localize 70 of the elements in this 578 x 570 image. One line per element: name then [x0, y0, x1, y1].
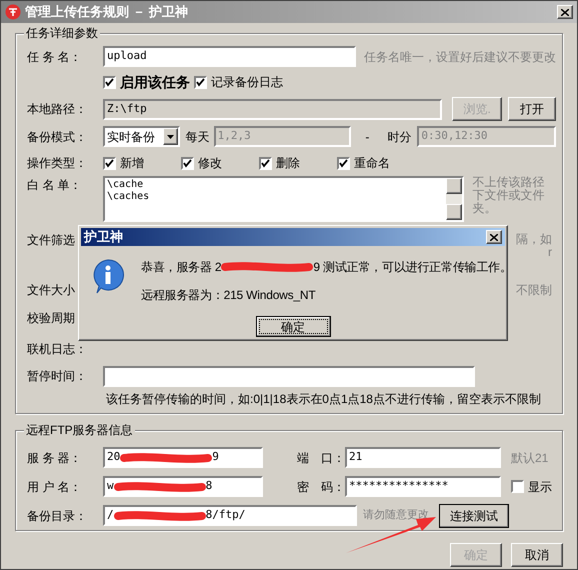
checkbox-label: 记录备份日志 — [211, 74, 283, 91]
field-label: 备份目录： — [27, 508, 88, 524]
task-name-field[interactable]: upload — [103, 46, 356, 67]
checkbox-label: 删除 — [276, 155, 300, 172]
field-label: 文件筛选 — [27, 232, 75, 249]
window-title: 管理上传任务规则 － 护卫神 — [25, 3, 188, 22]
close-icon — [561, 8, 569, 16]
message-text: 恭喜，服务器 2 — [141, 259, 222, 276]
connection-test-button[interactable]: 连接测试 — [439, 504, 509, 528]
checkbox[interactable] — [103, 156, 116, 170]
checkbox-label: 重命名 — [354, 155, 390, 172]
whitelist-line: \caches — [107, 191, 150, 203]
dialog-title: 护卫神 — [84, 228, 123, 246]
hint-text: 隔，如 — [516, 233, 552, 246]
local-path-field[interactable]: Z:\ftp — [103, 98, 442, 120]
pause-time-field[interactable] — [103, 366, 475, 386]
checkbox-label: 显示 — [528, 478, 552, 496]
checkbox-label: 新增 — [120, 155, 144, 172]
checkbox[interactable] — [337, 156, 350, 170]
field-label: 联机日志： — [27, 341, 88, 358]
backup-dir-field[interactable]: / 8/ftp/ — [103, 505, 357, 526]
field-label: 服 务 器： — [27, 450, 83, 466]
field-label: 本地路径： — [27, 101, 88, 118]
hint-text: 该任务暂停传输的时间，如:0|1|18表示在0点1点18点不进行传输，留空表示不限制 — [106, 391, 541, 408]
hint-text: 默认21 — [511, 450, 548, 466]
checkbox[interactable] — [194, 76, 207, 88]
close-button[interactable] — [557, 5, 573, 19]
checkbox-label: 启用该任务 — [120, 72, 190, 92]
field-label: 白 名 单： — [27, 177, 83, 194]
whitelist-field[interactable]: \cache \caches — [103, 176, 464, 222]
field-label: 用 户 名： — [27, 478, 83, 496]
field-label: 校验周期 — [27, 310, 76, 327]
checkbox-label: 修改 — [198, 155, 222, 172]
field-label: 每天 — [186, 128, 210, 146]
whitelist-line: \cache — [107, 179, 144, 191]
checkbox[interactable] — [511, 480, 524, 493]
field-label: 端 口： — [297, 450, 345, 464]
group-title: 远程FTP服务器信息 — [24, 423, 135, 437]
hint-text: 不限制 — [516, 282, 553, 299]
checkbox[interactable] — [259, 156, 272, 170]
message-text: 9 测试正常，可以进行正常传输工作。 — [313, 259, 512, 276]
group-title: 任务详细参数 — [24, 26, 100, 40]
dash-text: - — [365, 128, 370, 146]
close-icon — [490, 234, 498, 240]
scrollbar[interactable] — [446, 178, 462, 220]
field-label: 时分 — [387, 128, 412, 146]
shield-logo-icon — [5, 4, 21, 20]
open-button[interactable]: 打开 — [508, 97, 556, 121]
field-label: 操作类型： — [27, 155, 88, 172]
field-label: 任 务 名： — [27, 48, 83, 66]
port-field[interactable]: 21 — [345, 447, 501, 468]
ok-button[interactable]: 确定 — [256, 316, 330, 337]
hint-text: 不上传该路径下文件或文件夹。 — [472, 176, 546, 215]
checkbox[interactable] — [103, 76, 116, 88]
hint-text: 任务名唯一，设置好后建议不要更改 — [364, 48, 556, 66]
caret-icon — [166, 134, 174, 138]
close-button[interactable] — [486, 230, 502, 244]
server-field[interactable]: 20 9 — [103, 447, 263, 468]
server-info-text: 远程服务器为：215 Windows_NT — [141, 287, 316, 304]
dialog-button[interactable]: 取消 — [511, 543, 563, 567]
checkbox[interactable] — [181, 156, 194, 170]
password-field[interactable]: *************** — [345, 476, 501, 497]
field-label: 密 码： — [297, 480, 345, 494]
hint-text: r — [547, 246, 552, 259]
info-icon — [91, 258, 125, 294]
username-field[interactable]: w 8 — [103, 476, 263, 497]
field-label: 文件大小 — [27, 282, 76, 299]
field-label: 备份模式： — [27, 128, 88, 146]
backup-mode-dropdown[interactable]: 实时备份 — [103, 126, 180, 147]
field-label: 暂停时间： — [27, 368, 88, 385]
